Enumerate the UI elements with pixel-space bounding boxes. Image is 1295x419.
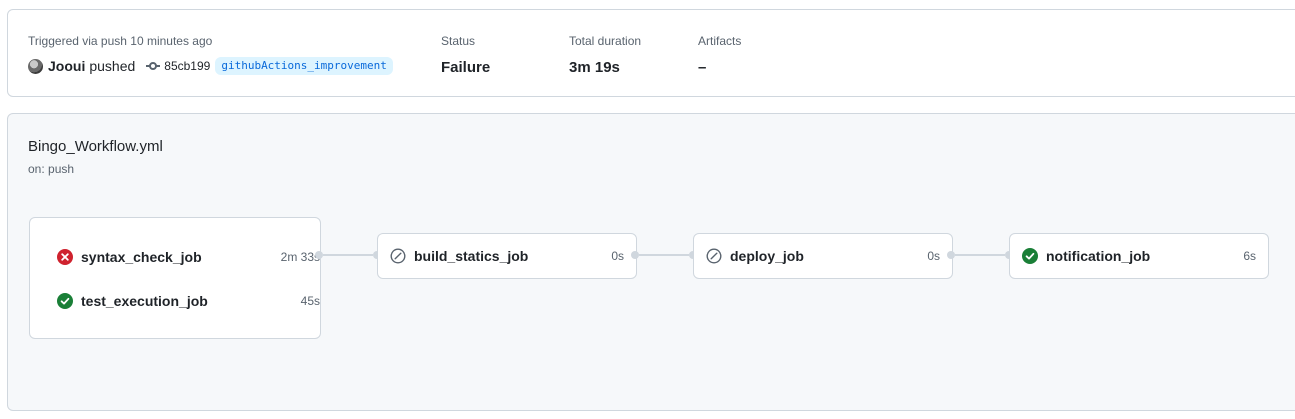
artifacts-value: – [698, 59, 707, 76]
workflow-trigger: on: push [28, 162, 75, 176]
job-name: notification_job [1046, 248, 1151, 264]
job-test-execution[interactable]: test_execution_job 45s [57, 290, 320, 312]
commit-sha-link[interactable]: 85cb199 [164, 59, 210, 73]
connector-dot [315, 251, 323, 259]
status-value: Failure [441, 59, 491, 76]
artifacts-label: Artifacts [698, 34, 742, 48]
job-connector [955, 254, 1005, 256]
actor-name[interactable]: Jooui [48, 58, 85, 74]
job-card-notification[interactable]: notification_job 6s [1009, 233, 1269, 279]
job-duration: 0s [927, 249, 940, 263]
job-duration: 45s [300, 294, 320, 308]
trigger-label: Triggered via push 10 minutes ago [28, 34, 213, 48]
duration-value: 3m 19s [569, 59, 620, 76]
job-name: syntax_check_job [81, 249, 202, 265]
actor-avatar[interactable] [28, 58, 43, 74]
artifacts-column: Artifacts – [698, 33, 741, 78]
job-build-statics[interactable]: build_statics_job 0s [390, 245, 624, 267]
job-connector [323, 254, 373, 256]
skip-icon [390, 248, 406, 264]
workflow-graph: Bingo_Workflow.yml on: push syntax_check… [7, 113, 1295, 411]
check-circle-fill-icon [57, 293, 73, 309]
job-duration: 2m 33s [280, 250, 320, 264]
x-circle-fill-icon [57, 249, 73, 265]
trigger-details: Jooui pushed 85cb199 githubActions_impro… [28, 57, 393, 75]
job-name: build_statics_job [414, 248, 529, 264]
job-connector [639, 254, 689, 256]
action-text: pushed [89, 58, 136, 74]
check-circle-fill-icon [1022, 248, 1038, 264]
workflow-file-name: Bingo_Workflow.yml [28, 138, 163, 155]
status-column: Status Failure [441, 33, 490, 78]
status-label: Status [441, 34, 476, 48]
job-syntax-check[interactable]: syntax_check_job 2m 33s [57, 246, 320, 268]
duration-column: Total duration 3m 19s [569, 33, 641, 78]
connector-dot [631, 251, 639, 259]
job-name: deploy_job [730, 248, 804, 264]
branch-badge[interactable]: githubActions_improvement [215, 57, 393, 75]
job-notification[interactable]: notification_job 6s [1022, 245, 1256, 267]
skip-icon [706, 248, 722, 264]
job-duration: 0s [611, 249, 624, 263]
job-deploy[interactable]: deploy_job 0s [706, 245, 940, 267]
connector-dot [947, 251, 955, 259]
job-duration: 6s [1243, 249, 1256, 263]
run-summary-card: Triggered via push 10 minutes ago Jooui … [7, 9, 1295, 97]
trigger-column: Triggered via push 10 minutes ago Jooui … [28, 33, 393, 75]
git-commit-icon [146, 59, 161, 73]
job-card-build-statics[interactable]: build_statics_job 0s [377, 233, 637, 279]
duration-label: Total duration [569, 34, 642, 48]
job-group-card: syntax_check_job 2m 33s test_execution_j… [29, 217, 321, 339]
job-name: test_execution_job [81, 293, 208, 309]
job-card-deploy[interactable]: deploy_job 0s [693, 233, 953, 279]
